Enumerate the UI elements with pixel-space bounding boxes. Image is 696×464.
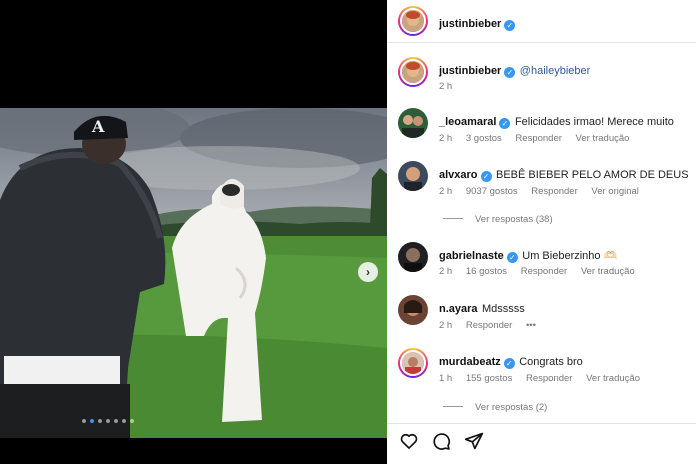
caption-mention[interactable]: @haileybieber — [520, 65, 591, 77]
carousel-dot[interactable] — [98, 419, 102, 423]
comment-avatar[interactable] — [398, 108, 428, 138]
comment-time: 2 h — [439, 320, 453, 331]
comment-time: 2 h — [439, 266, 453, 277]
replies-divider — [443, 406, 463, 407]
comment-likes[interactable]: 155 gostos — [466, 373, 512, 384]
header-divider — [387, 42, 696, 43]
post-sidebar: justinbieber ✓ justinbieber ✓ @haileybiebe… — [387, 0, 696, 464]
comment-avatar[interactable] — [398, 295, 428, 325]
reply-button[interactable]: Responder — [521, 266, 567, 277]
caption-line: justinbieber ✓ @haileybieber — [439, 61, 590, 79]
more-options-icon[interactable]: ••• — [526, 320, 536, 331]
comment-username[interactable]: _leoamaral — [439, 116, 496, 128]
comment-username[interactable]: murdabeatz — [439, 356, 501, 368]
comment-likes[interactable]: 3 gostos — [466, 133, 502, 144]
carousel-dot[interactable] — [114, 419, 118, 423]
verified-badge-icon: ✓ — [499, 118, 511, 129]
comment-line: _leoamaral ✓ Felicidades irmao! Merece mu… — [439, 112, 674, 130]
caption-time: 2 h — [439, 81, 453, 92]
comment-username[interactable]: gabrielnaste — [439, 250, 504, 262]
translate-button[interactable]: Ver tradução — [581, 266, 635, 277]
comment-time: 1 h — [439, 373, 453, 384]
verified-badge-icon: ✓ — [503, 358, 515, 369]
comment-text: BEBÊ BIEBER PELO AMOR DE DEUS — [495, 169, 689, 181]
carousel-dot[interactable] — [106, 419, 110, 423]
carousel-next-button[interactable]: › — [358, 262, 378, 282]
comment-username[interactable]: alvxaro — [439, 169, 478, 181]
replies-divider — [443, 218, 463, 219]
comment-line: murdabeatz ✓ Congrats bro — [439, 352, 583, 370]
chevron-right-icon: › — [366, 265, 370, 279]
comment-meta: 2 h Responder ••• — [439, 320, 547, 331]
carousel-dot[interactable] — [122, 419, 126, 423]
comment-text: Felicidades irmao! Merece muito — [514, 116, 674, 128]
reply-button[interactable]: Responder — [515, 133, 561, 144]
comment-text: Mdsssss — [481, 303, 525, 315]
comment-line: gabrielnaste ✓ Um Bieberzinho 🫶🏻 — [439, 246, 617, 264]
comment-line: n.ayara Mdsssss — [439, 299, 525, 317]
author-avatar[interactable] — [398, 6, 428, 36]
comment-text: Congrats bro — [519, 356, 583, 368]
send-icon[interactable] — [464, 431, 484, 451]
view-replies-label[interactable]: Ver respostas (38) — [475, 214, 553, 225]
heart-icon[interactable] — [399, 431, 419, 451]
caption-meta: 2 h — [439, 81, 463, 92]
comment-likes[interactable]: 9037 gostos — [466, 186, 518, 197]
translate-button[interactable]: Ver tradução — [576, 133, 630, 144]
verified-badge-icon: ✓ — [504, 20, 516, 31]
comment-meta: 2 h 9037 gostos Responder Ver original — [439, 186, 650, 197]
verified-badge-icon: ✓ — [506, 252, 518, 263]
caption-username[interactable]: justinbieber — [439, 65, 501, 77]
comment-likes[interactable]: 16 gostos — [466, 266, 507, 277]
author-header[interactable]: justinbieber ✓ — [439, 14, 516, 32]
carousel-dot[interactable] — [82, 419, 86, 423]
author-username[interactable]: justinbieber — [439, 18, 501, 30]
translate-button[interactable]: Ver tradução — [586, 373, 640, 384]
comment-time: 2 h — [439, 186, 453, 197]
see-original-button[interactable]: Ver original — [591, 186, 639, 197]
caption-avatar[interactable] — [398, 57, 428, 87]
post-photo[interactable]: A — [0, 108, 387, 438]
verified-badge-icon: ✓ — [504, 67, 516, 78]
reply-button[interactable]: Responder — [466, 320, 512, 331]
comment-text: Um Bieberzinho 🫶🏻 — [522, 250, 618, 262]
carousel-dot[interactable] — [90, 419, 94, 423]
carousel-dot[interactable] — [130, 419, 134, 423]
footer-divider — [387, 423, 696, 424]
photo-illustration: A — [0, 108, 387, 438]
view-replies-button[interactable]: Ver respostas (2) — [443, 402, 547, 413]
post-media: A › — [0, 0, 387, 464]
reply-button[interactable]: Responder — [526, 373, 572, 384]
comment-avatar[interactable] — [398, 161, 428, 191]
svg-text:A: A — [91, 117, 105, 136]
comment-meta: 2 h 16 gostos Responder Ver tradução — [439, 266, 646, 277]
reply-button[interactable]: Responder — [531, 186, 577, 197]
comment-avatar[interactable] — [398, 348, 428, 378]
comment-avatar[interactable] — [398, 242, 428, 272]
comment-icon[interactable] — [431, 431, 451, 451]
view-replies-button[interactable]: Ver respostas (38) — [443, 214, 553, 225]
view-replies-label[interactable]: Ver respostas (2) — [475, 402, 547, 413]
comment-line: alvxaro ✓ BEBÊ BIEBER PELO AMOR DE DEUS — [439, 165, 689, 183]
verified-badge-icon: ✓ — [480, 171, 492, 182]
carousel-indicator — [0, 419, 387, 423]
comment-time: 2 h — [439, 133, 453, 144]
comment-username[interactable]: n.ayara — [439, 303, 478, 315]
comment-meta: 2 h 3 gostos Responder Ver tradução — [439, 133, 640, 144]
comment-meta: 1 h 155 gostos Responder Ver tradução — [439, 373, 651, 384]
